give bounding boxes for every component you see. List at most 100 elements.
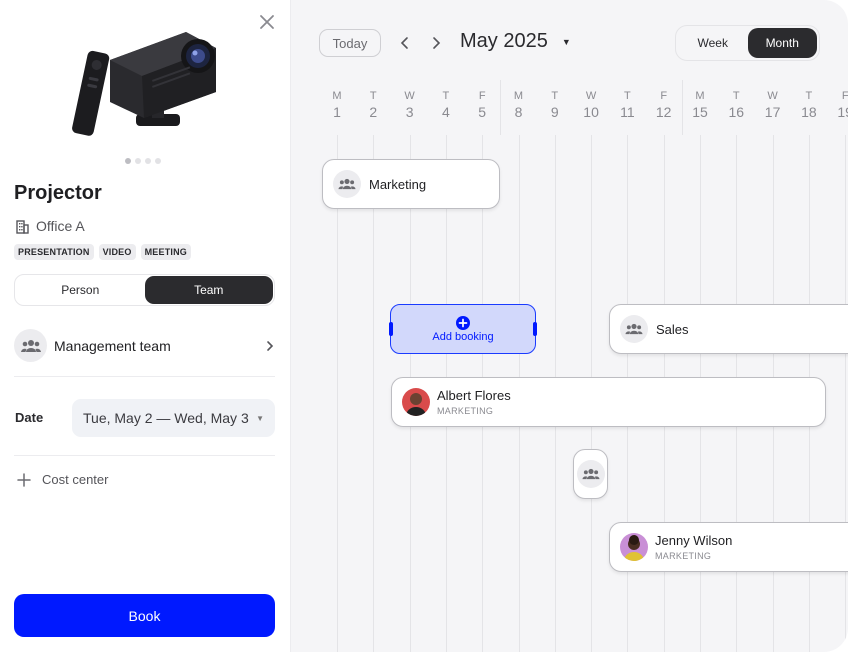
day-header: M1: [322, 90, 352, 120]
week-view-button[interactable]: Week: [678, 28, 748, 58]
date-label: Date: [15, 410, 44, 425]
booking-label: Marketing: [369, 176, 427, 192]
resize-handle-left[interactable]: [389, 322, 393, 336]
today-button[interactable]: Today: [319, 29, 381, 57]
day-of-week: W: [767, 90, 778, 102]
close-icon[interactable]: [258, 13, 276, 31]
booking-person-name: Jenny Wilson: [655, 533, 733, 548]
tag: MEETING: [140, 244, 191, 260]
day-gridline: [337, 135, 338, 652]
day-of-month: 3: [405, 104, 414, 120]
team-avatar: [576, 460, 605, 488]
add-circle-icon: [456, 315, 470, 330]
day-of-month: 1: [333, 104, 341, 120]
day-header: F 19: [830, 90, 848, 120]
day-of-week: W: [404, 90, 415, 102]
day-of-week: F: [478, 90, 486, 102]
divider: [14, 455, 275, 456]
day-of-month: 12: [655, 104, 672, 120]
date-range-select[interactable]: Tue, May 2 — Wed, May 3 ▼: [72, 399, 275, 437]
team-option[interactable]: Team: [144, 276, 273, 304]
team-avatar: [333, 170, 361, 198]
booking-marketing[interactable]: Marketing: [322, 159, 500, 209]
day-gridline: [373, 135, 374, 652]
building-icon: [16, 219, 29, 234]
date-range-value: Tue, May 2 — Wed, May 3: [83, 410, 249, 426]
week-separator: [682, 80, 683, 135]
carousel-dot[interactable]: [155, 158, 161, 164]
group-icon: [581, 468, 600, 480]
booking-panel: Projector Office A PRESENTATION VIDEO ME…: [0, 0, 290, 652]
add-booking-slot[interactable]: Add booking: [389, 304, 537, 354]
book-button[interactable]: Book: [14, 594, 275, 637]
chevron-left-icon[interactable]: [397, 35, 413, 51]
carousel-dots: [125, 158, 161, 164]
person-option[interactable]: Person: [16, 276, 145, 304]
day-header: T4: [431, 90, 461, 120]
group-icon: [338, 178, 356, 190]
booking-team-chip[interactable]: [573, 449, 608, 499]
day-of-week: F: [841, 90, 848, 102]
carousel-dot[interactable]: [125, 158, 131, 164]
day-header: W 17: [758, 90, 788, 120]
week-separator: [500, 80, 501, 135]
day-of-week: F: [660, 90, 668, 102]
add-booking-label: Add booking: [432, 330, 494, 343]
divider: [14, 376, 275, 377]
month-label: May 2025: [460, 30, 548, 52]
day-of-month: 15: [692, 104, 708, 120]
chevron-right-icon[interactable]: [428, 35, 444, 51]
day-of-month: 2: [369, 104, 378, 120]
day-header: W 10: [576, 90, 606, 120]
day-of-month: 8: [514, 104, 523, 120]
plus-icon: [17, 472, 31, 487]
day-header: T9: [540, 90, 570, 120]
booking-albert-flores[interactable]: Albert Flores MARKETING: [391, 377, 826, 427]
carousel-dot[interactable]: [145, 158, 151, 164]
team-selector[interactable]: Management team: [14, 329, 276, 362]
team-avatar: [14, 329, 47, 362]
projector-image: [72, 32, 216, 136]
group-icon: [625, 323, 643, 335]
day-of-month: 18: [801, 104, 817, 120]
booking-person-team: MARKETING: [437, 406, 494, 416]
view-toggle: Week Month: [675, 25, 820, 61]
day-of-month: 17: [764, 104, 781, 120]
booking-sales[interactable]: Sales: [609, 304, 848, 354]
day-header: T2: [358, 90, 388, 120]
calendar-panel: Today May 2025 ▼ Week Month M1T2W3T4F5M8…: [290, 0, 848, 652]
carousel-dot[interactable]: [135, 158, 141, 164]
product-title: Projector: [14, 182, 102, 204]
day-of-week: T: [624, 90, 631, 102]
day-header: T 16: [721, 90, 751, 120]
day-header: T 18: [794, 90, 824, 120]
day-of-month: 10: [583, 104, 599, 120]
day-header: W3: [395, 90, 425, 120]
booking-person-team: MARKETING: [655, 551, 712, 561]
day-of-week: W: [585, 90, 597, 102]
booking-jenny-wilson[interactable]: Jenny Wilson MARKETING: [609, 522, 848, 572]
add-cost-center-button[interactable]: Cost center: [17, 472, 108, 487]
resize-handle-right[interactable]: [533, 322, 537, 336]
booking-person-name: Albert Flores: [437, 388, 511, 403]
day-header: F 12: [649, 90, 679, 120]
day-of-week: T: [732, 90, 740, 102]
day-of-month: 11: [620, 104, 635, 120]
caret-down-icon: ▼: [256, 413, 264, 423]
day-of-month: 4: [441, 104, 450, 120]
group-icon: [20, 339, 41, 352]
day-header: F5: [467, 90, 497, 120]
day-of-week: T: [805, 90, 813, 102]
caret-down-icon: ▼: [561, 36, 571, 47]
tag: PRESENTATION: [14, 244, 94, 260]
month-selector[interactable]: May 2025 ▼: [460, 30, 571, 53]
avatar: [402, 388, 430, 416]
location-label: Office A: [36, 218, 85, 234]
day-header: M 15: [685, 90, 715, 120]
tag: VIDEO: [98, 244, 136, 260]
booking-label: Sales: [656, 321, 689, 337]
day-header: T 11: [612, 90, 642, 120]
month-view-button[interactable]: Month: [747, 28, 817, 58]
chevron-right-icon: [267, 340, 274, 351]
day-of-month: 19: [837, 104, 848, 120]
